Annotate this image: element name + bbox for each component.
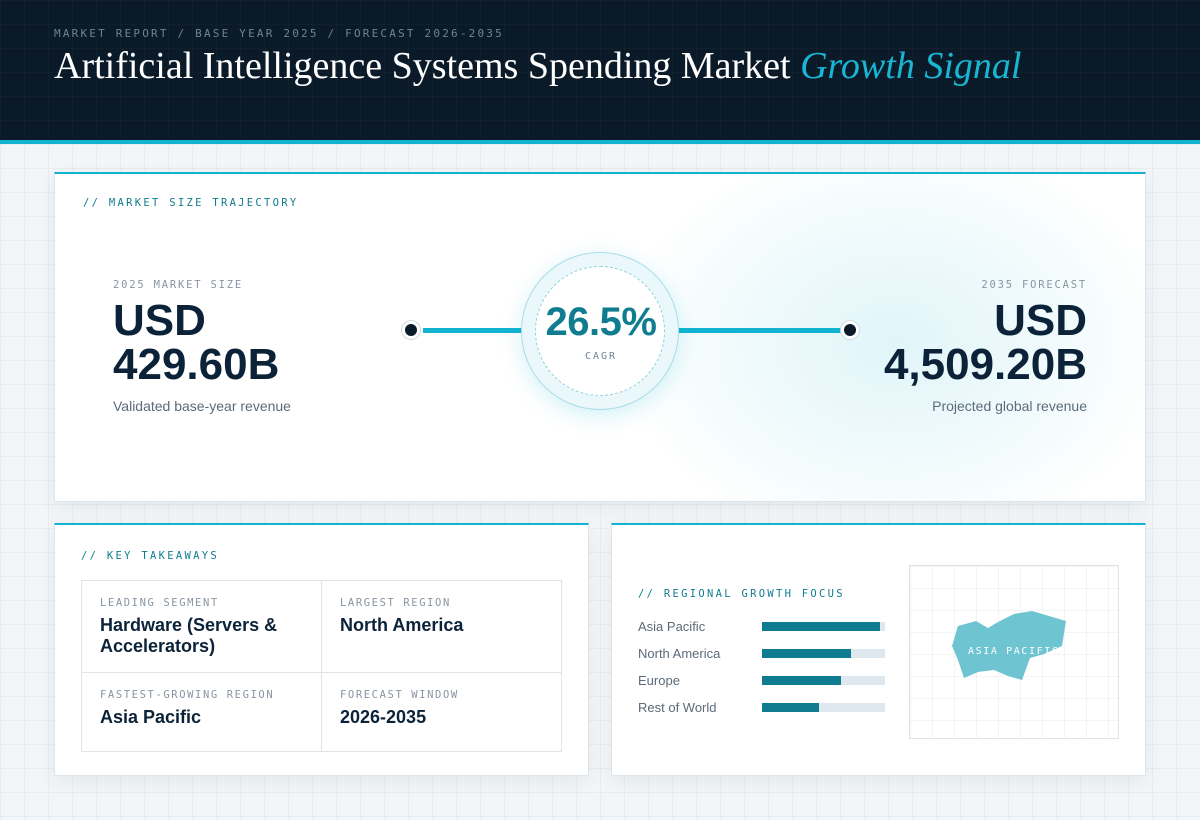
- regional-section-label: // REGIONAL GROWTH FOCUS: [638, 588, 845, 600]
- takeaway-largest-region: LARGEST REGION North America: [322, 581, 561, 673]
- takeaways-section-label: // KEY TAKEAWAYS: [81, 550, 219, 562]
- cagr-badge: 26.5% CAGR: [521, 252, 679, 410]
- takeaway-forecast-window: FORECAST WINDOW 2026-2035: [322, 673, 561, 751]
- region-name: Asia Pacific: [638, 619, 706, 634]
- end-dot: [841, 321, 859, 339]
- region-bar-track: [762, 649, 885, 658]
- start-dot: [402, 321, 420, 339]
- cagr-caption: CAGR: [584, 351, 618, 362]
- base-caption: Validated base-year revenue: [113, 398, 291, 414]
- region-row: Asia Pacific: [638, 618, 888, 634]
- key-takeaways-card: // KEY TAKEAWAYS LEADING SEGMENT Hardwar…: [54, 523, 589, 776]
- takeaway-value: Hardware (Servers & Accelerators): [100, 615, 278, 656]
- forecast-label: 2035 FORECAST: [981, 279, 1087, 291]
- base-value: 429.60B: [113, 340, 280, 389]
- takeaway-label: FORECAST WINDOW: [340, 689, 459, 701]
- region-bar-track: [762, 622, 885, 631]
- takeaway-value: 2026-2035: [340, 707, 427, 727]
- region-map: ASIA PACIFIC: [909, 565, 1119, 739]
- region-row: Rest of World: [638, 699, 888, 715]
- takeaway-value: Asia Pacific: [100, 707, 202, 727]
- takeaway-value: North America: [340, 615, 464, 635]
- takeaway-leading-segment: LEADING SEGMENT Hardware (Servers & Acce…: [82, 581, 322, 673]
- region-name: Rest of World: [638, 700, 717, 715]
- region-row: North America: [638, 645, 888, 661]
- map-region-label: ASIA PACIFIC: [968, 646, 1060, 657]
- base-currency: USD: [113, 296, 206, 345]
- region-name: North America: [638, 646, 721, 661]
- market-size-trajectory-card: // MARKET SIZE TRAJECTORY 2025 MARKET SI…: [54, 172, 1146, 502]
- region-row: Europe: [638, 672, 888, 688]
- report-header: MARKET REPORT / BASE YEAR 2025 / FORECAS…: [0, 0, 1200, 144]
- takeaway-fastest-growing-region: FASTEST-GROWING REGION Asia Pacific: [82, 673, 322, 751]
- page-title: Artificial Intelligence Systems Spending…: [54, 44, 1021, 88]
- takeaways-grid: LEADING SEGMENT Hardware (Servers & Acce…: [81, 580, 562, 752]
- title-accent: Growth Signal: [800, 45, 1022, 87]
- region-bar-fill: [762, 649, 851, 658]
- takeaway-label: LEADING SEGMENT: [100, 597, 219, 609]
- takeaway-label: FASTEST-GROWING REGION: [100, 689, 275, 701]
- region-bar-fill: [762, 622, 881, 631]
- region-bar-track: [762, 703, 885, 712]
- forecast-caption: Projected global revenue: [932, 398, 1087, 414]
- base-year-label: 2025 MARKET SIZE: [113, 279, 243, 291]
- regional-growth-card: // REGIONAL GROWTH FOCUS Asia Pacific No…: [611, 523, 1146, 776]
- region-bar-fill: [762, 676, 841, 685]
- takeaway-label: LARGEST REGION: [340, 597, 451, 609]
- forecast-value: 4,509.20B: [883, 340, 1087, 389]
- forecast-currency: USD: [994, 296, 1087, 345]
- report-breadcrumb: MARKET REPORT / BASE YEAR 2025 / FORECAS…: [54, 27, 504, 40]
- title-main: Artificial Intelligence Systems Spending…: [54, 45, 801, 87]
- trajectory-section-label: // MARKET SIZE TRAJECTORY: [83, 197, 299, 209]
- region-bar-track: [762, 676, 885, 685]
- region-name: Europe: [638, 673, 680, 688]
- cagr-value: 26.5%: [545, 300, 657, 344]
- cagr-inner-circle: 26.5% CAGR: [535, 266, 665, 396]
- region-bar-fill: [762, 703, 819, 712]
